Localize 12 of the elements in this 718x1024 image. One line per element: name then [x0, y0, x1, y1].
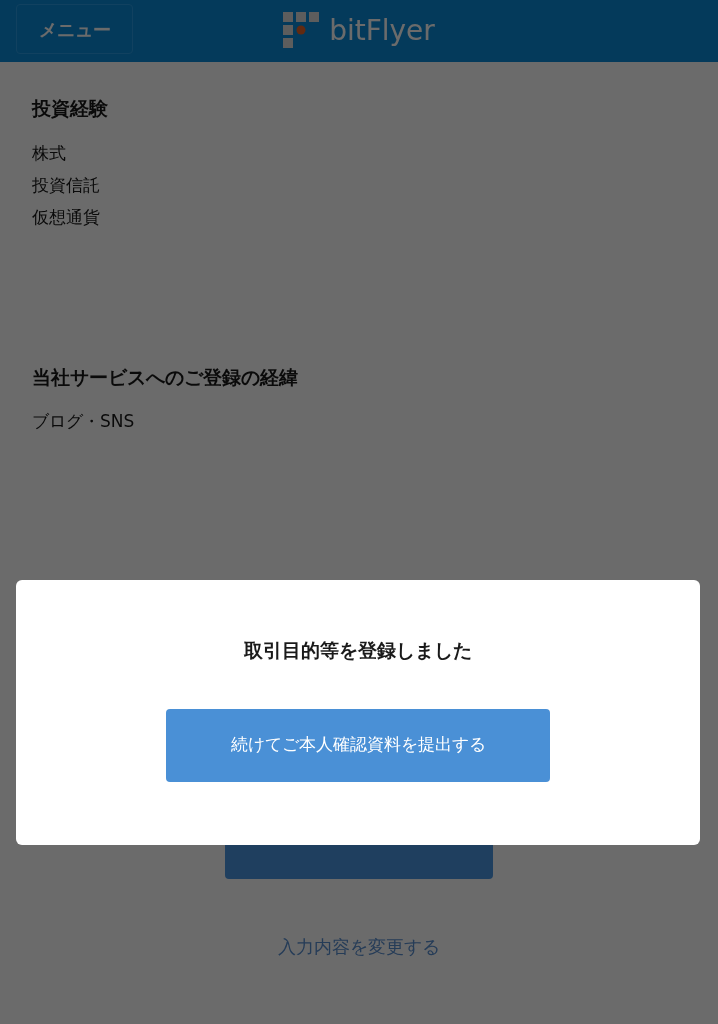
- logo-text: bitFlyer: [329, 13, 435, 49]
- answer-text: 仮想通貨: [32, 205, 101, 229]
- answer-text: 株式: [32, 141, 67, 165]
- answer-text: 投資信託: [32, 173, 101, 197]
- section-heading: 投資経験: [32, 96, 109, 121]
- answer-text: ブログ・SNS: [32, 410, 136, 433]
- submit-documents-button[interactable]: 続けてご本人確認資料を提出する: [166, 708, 550, 782]
- logo-icon: [283, 12, 322, 50]
- menu-button[interactable]: メニュー: [16, 4, 133, 54]
- section-heading: 当社サービスへのご登録の経緯: [32, 364, 299, 390]
- success-message: 取引目的等を登録しました: [243, 638, 473, 663]
- change-input-link[interactable]: 入力内容を変更する: [278, 936, 440, 957]
